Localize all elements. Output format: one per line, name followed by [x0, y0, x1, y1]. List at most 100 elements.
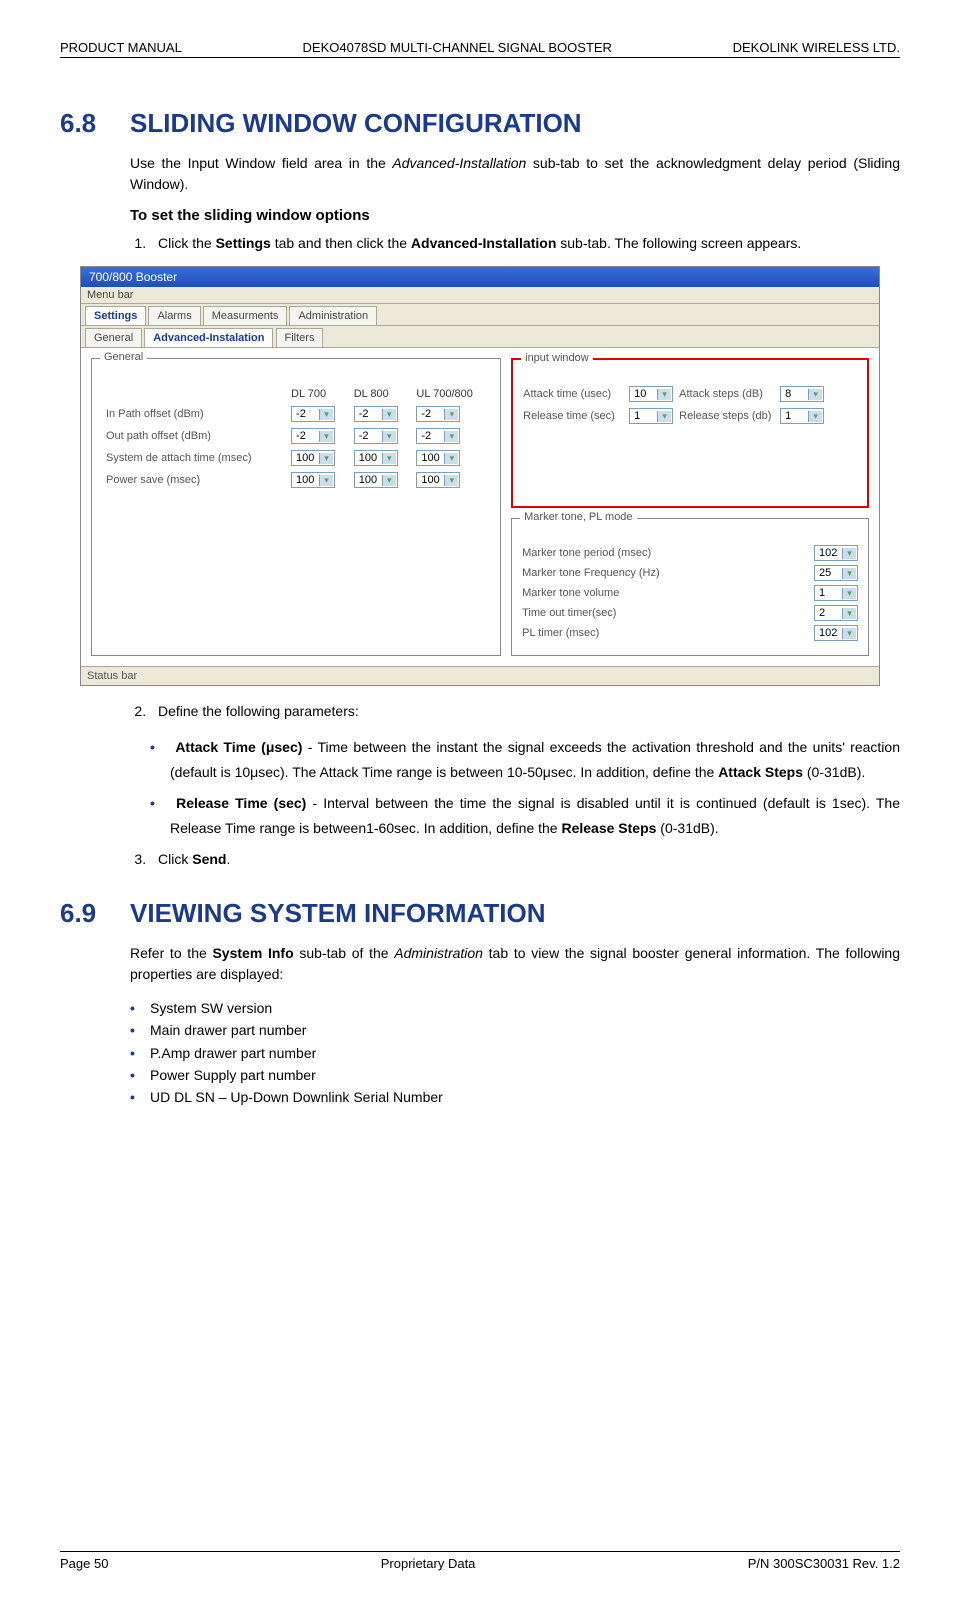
marker-vol-label: Marker tone volume — [522, 587, 619, 599]
tab-administration[interactable]: Administration — [289, 306, 377, 325]
chevron-down-icon: ▾ — [319, 431, 333, 442]
marker-period-select[interactable]: 102▾ — [814, 545, 858, 561]
steps-list-end: Click Send. — [150, 848, 900, 870]
powersave-dl700-select[interactable]: 100▾ — [291, 472, 335, 488]
footer-left: Page 50 — [60, 1556, 108, 1571]
table-row: Out path offset (dBm) -2▾ -2▾ -2▾ — [102, 425, 490, 447]
sliding-window-subhead: To set the sliding window options — [130, 207, 900, 224]
chevron-down-icon: ▾ — [842, 548, 856, 559]
footer-center: Proprietary Data — [381, 1556, 476, 1571]
detach-ul-select[interactable]: 100▾ — [416, 450, 460, 466]
section-68-intro: Use the Input Window field area in the A… — [130, 153, 900, 195]
general-fieldset: General DL 700 DL 800 UL 700/800 In Path… — [91, 358, 501, 656]
timeout-timer-select[interactable]: 2▾ — [814, 605, 858, 621]
col-ul700800: UL 700/800 — [412, 385, 490, 403]
tab-measurments[interactable]: Measurments — [203, 306, 288, 325]
tab-general[interactable]: General — [85, 328, 142, 347]
out-path-dl800-select[interactable]: -2▾ — [354, 428, 398, 444]
attack-time-bullet: Attack Time (μsec) - Time between the in… — [170, 735, 900, 785]
out-path-dl700-select[interactable]: -2▾ — [291, 428, 335, 444]
section-num: 6.9 — [60, 898, 130, 929]
menu-bar[interactable]: Menu bar — [81, 287, 879, 304]
chevron-down-icon: ▾ — [842, 628, 856, 639]
chevron-down-icon: ▾ — [842, 608, 856, 619]
page-header: PRODUCT MANUAL DEKO4078SD MULTI-CHANNEL … — [60, 40, 900, 58]
chevron-down-icon: ▾ — [444, 453, 458, 464]
release-steps-label: Release steps (db) — [679, 410, 774, 422]
header-center: DEKO4078SD MULTI-CHANNEL SIGNAL BOOSTER — [303, 40, 612, 55]
chevron-down-icon: ▾ — [444, 475, 458, 486]
status-bar: Status bar — [81, 666, 879, 685]
in-path-dl700-select[interactable]: -2▾ — [291, 406, 335, 422]
input-window-fieldset: input window Attack time (usec) 10▾ Atta… — [511, 358, 869, 508]
release-time-select[interactable]: 1▾ — [629, 408, 673, 424]
tab-filters[interactable]: Filters — [276, 328, 324, 347]
general-table: DL 700 DL 800 UL 700/800 In Path offset … — [102, 385, 490, 491]
detach-dl700-select[interactable]: 100▾ — [291, 450, 335, 466]
marker-tone-fieldset: Marker tone, PL mode Marker tone period … — [511, 518, 869, 656]
detach-dl800-select[interactable]: 100▾ — [354, 450, 398, 466]
general-legend: General — [100, 351, 147, 363]
header-left: PRODUCT MANUAL — [60, 40, 182, 55]
header-right: DEKOLINK WIRELESS LTD. — [733, 40, 900, 55]
pl-timer-label: PL timer (msec) — [522, 627, 599, 639]
chevron-down-icon: ▾ — [382, 453, 396, 464]
step-2: Define the following parameters: — [150, 700, 900, 722]
chevron-down-icon: ▾ — [444, 431, 458, 442]
list-item: UD DL SN – Up-Down Downlink Serial Numbe… — [150, 1086, 900, 1108]
marker-freq-label: Marker tone Frequency (Hz) — [522, 567, 660, 579]
input-window-legend: input window — [521, 352, 593, 364]
section-num: 6.8 — [60, 108, 130, 139]
attack-steps-select[interactable]: 8▾ — [780, 386, 824, 402]
out-path-ul-select[interactable]: -2▾ — [416, 428, 460, 444]
step-3: Click Send. — [150, 848, 900, 870]
in-path-ul-select[interactable]: -2▾ — [416, 406, 460, 422]
col-dl800: DL 800 — [350, 385, 413, 403]
chevron-down-icon: ▾ — [842, 588, 856, 599]
release-time-bullet: Release Time (sec) - Interval between th… — [170, 791, 900, 841]
table-row: Power save (msec) 100▾ 100▾ 100▾ — [102, 469, 490, 491]
advanced-installation-screenshot: 700/800 Booster Menu bar Settings Alarms… — [80, 266, 880, 686]
marker-freq-select[interactable]: 25▾ — [814, 565, 858, 581]
step-1: Click the Settings tab and then click th… — [150, 232, 900, 254]
attack-steps-label: Attack steps (dB) — [679, 388, 774, 400]
system-info-list: System SW version Main drawer part numbe… — [150, 997, 900, 1109]
chevron-down-icon: ▾ — [808, 389, 822, 400]
secondary-tabs: General Advanced-Instalation Filters — [81, 326, 879, 348]
list-item: Power Supply part number — [150, 1064, 900, 1086]
window-titlebar: 700/800 Booster — [81, 267, 879, 287]
param-bullets: Attack Time (μsec) - Time between the in… — [170, 735, 900, 842]
tab-settings[interactable]: Settings — [85, 306, 146, 325]
chevron-down-icon: ▾ — [657, 389, 671, 400]
powersave-ul-select[interactable]: 100▾ — [416, 472, 460, 488]
section-69-title: 6.9VIEWING SYSTEM INFORMATION — [60, 898, 900, 929]
page-footer: Page 50 Proprietary Data P/N 300SC30031 … — [60, 1551, 900, 1571]
steps-list-cont: Define the following parameters: — [150, 700, 900, 722]
release-time-label: Release time (sec) — [523, 410, 623, 422]
list-item: System SW version — [150, 997, 900, 1019]
pl-timer-select[interactable]: 102▾ — [814, 625, 858, 641]
chevron-down-icon: ▾ — [319, 409, 333, 420]
list-item: P.Amp drawer part number — [150, 1042, 900, 1064]
release-steps-select[interactable]: 1▾ — [780, 408, 824, 424]
chevron-down-icon: ▾ — [808, 411, 822, 422]
chevron-down-icon: ▾ — [444, 409, 458, 420]
chevron-down-icon: ▾ — [842, 568, 856, 579]
col-dl700: DL 700 — [287, 385, 350, 403]
powersave-dl800-select[interactable]: 100▾ — [354, 472, 398, 488]
chevron-down-icon: ▾ — [382, 409, 396, 420]
in-path-dl800-select[interactable]: -2▾ — [354, 406, 398, 422]
footer-right: P/N 300SC30031 Rev. 1.2 — [748, 1556, 900, 1571]
chevron-down-icon: ▾ — [657, 411, 671, 422]
chevron-down-icon: ▾ — [319, 453, 333, 464]
attack-time-select[interactable]: 10▾ — [629, 386, 673, 402]
tab-advanced-instalation[interactable]: Advanced-Instalation — [144, 328, 273, 347]
tab-alarms[interactable]: Alarms — [148, 306, 200, 325]
timeout-timer-label: Time out timer(sec) — [522, 607, 616, 619]
chevron-down-icon: ▾ — [382, 475, 396, 486]
marker-period-label: Marker tone period (msec) — [522, 547, 651, 559]
marker-vol-select[interactable]: 1▾ — [814, 585, 858, 601]
steps-list: Click the Settings tab and then click th… — [150, 232, 900, 254]
section-69-intro: Refer to the System Info sub-tab of the … — [130, 943, 900, 985]
list-item: Main drawer part number — [150, 1019, 900, 1041]
